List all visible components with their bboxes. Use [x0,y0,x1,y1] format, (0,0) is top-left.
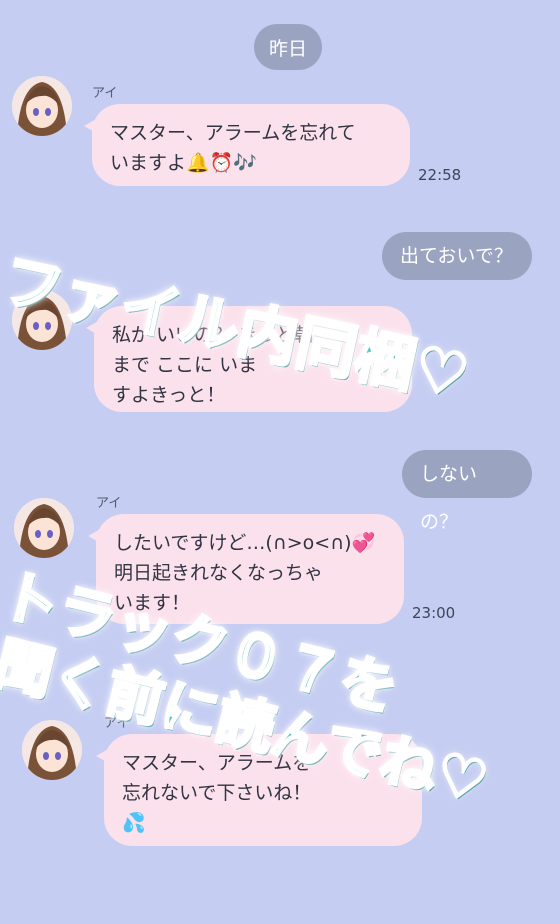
message-time: 22:58 [418,166,462,184]
incoming-message-bubble[interactable]: マスター、アラームを忘れて いますよ🔔⏰🎶 [84,104,410,186]
avatar[interactable] [14,498,74,558]
avatar[interactable] [22,720,82,780]
avatar[interactable] [12,76,72,136]
date-pill: 昨日 [254,24,322,70]
outgoing-message-bubble[interactable]: しないの？ [402,450,532,533]
sender-name: アイ [96,496,122,511]
outgoing-message-bubble[interactable]: 出ておいで？ [382,232,532,280]
message-time: 23:00 [412,604,456,622]
sender-name: アイ [92,86,118,101]
